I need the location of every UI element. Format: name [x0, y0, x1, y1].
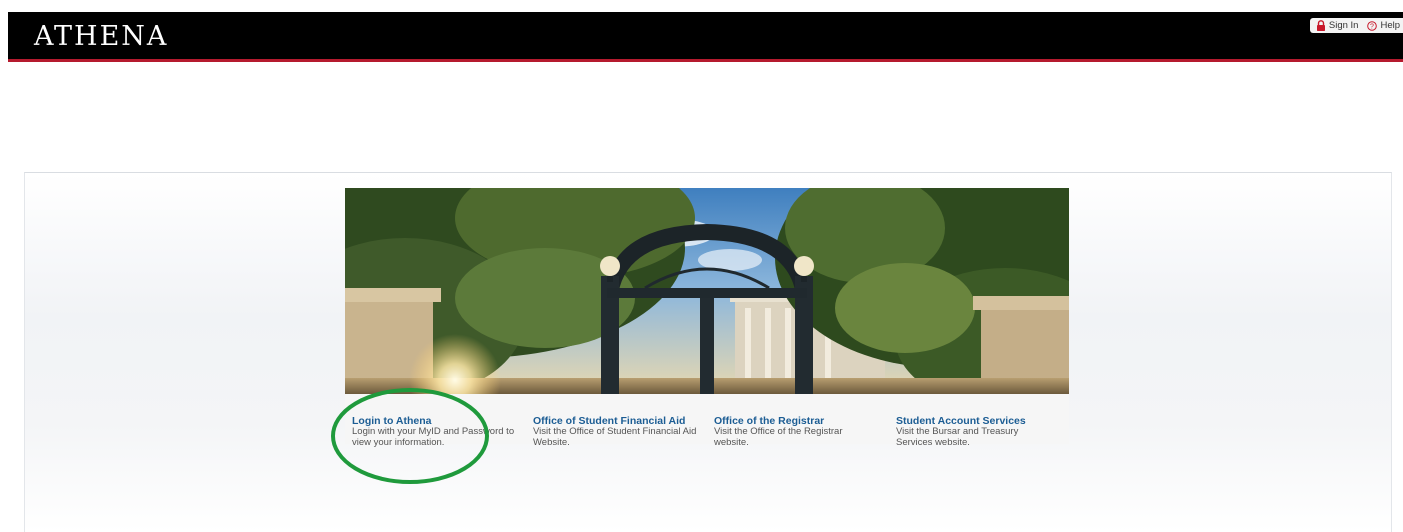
student-account-services-link[interactable]: Student Account Services Visit the Bursa…: [896, 416, 1056, 448]
cropped-top-strip: [0, 0, 1403, 12]
lock-icon: [1316, 20, 1325, 31]
help-label: Help: [1380, 20, 1400, 31]
link-description: Visit the Office of the Registrar websit…: [714, 426, 843, 448]
svg-text:?: ?: [1371, 23, 1375, 30]
campus-arch-photo: [345, 188, 1069, 394]
link-description: Visit the Office of Student Financial Ai…: [533, 426, 697, 448]
athena-logo[interactable]: ATHENA: [34, 22, 168, 52]
sign-in-label: Sign In: [1328, 20, 1359, 31]
link-description: Visit the Bursar and Treasury Services w…: [896, 426, 1019, 448]
highlight-circle-annotation: [331, 388, 489, 484]
financial-aid-link[interactable]: Office of Student Financial Aid Visit th…: [533, 416, 705, 448]
header-accent-bar: [8, 59, 1403, 62]
registrar-link[interactable]: Office of the Registrar Visit the Office…: [714, 416, 864, 448]
site-header: ATHENA Sign In ? Help: [8, 12, 1403, 59]
help-circle-icon: ?: [1367, 20, 1378, 31]
sign-in-button[interactable]: Sign In: [1309, 18, 1364, 33]
header-utility-nav: Sign In ? Help: [1309, 18, 1403, 33]
help-button[interactable]: ? Help: [1363, 18, 1403, 33]
